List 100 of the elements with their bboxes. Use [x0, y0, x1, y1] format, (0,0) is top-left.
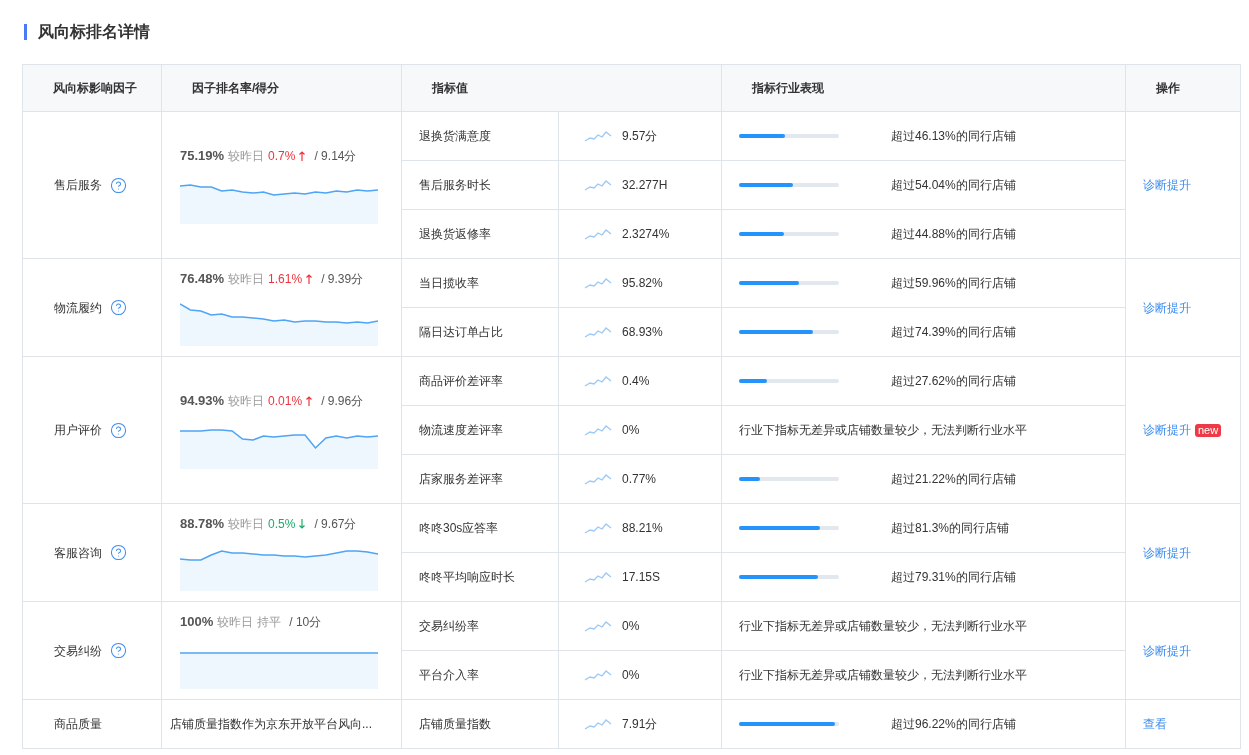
- compare-label: 较昨日: [217, 613, 254, 631]
- factor-name: 物流履约: [54, 299, 102, 317]
- performance-note: 行业下指标无差异或店铺数量较少，无法判断行业水平: [739, 668, 1027, 682]
- metric-name: 商品评价差评率: [419, 374, 503, 388]
- score-value: / 9.67分: [314, 515, 357, 533]
- performance-text: 超过54.04%的同行店铺: [891, 177, 1016, 194]
- metric-name: 平台介入率: [419, 668, 479, 682]
- factor-name: 商品质量: [54, 716, 102, 733]
- metric-name: 售后服务时长: [419, 178, 491, 192]
- help-icon[interactable]: [110, 544, 127, 561]
- help-icon[interactable]: [110, 421, 127, 439]
- metric-name: 店铺质量指数: [419, 717, 491, 731]
- trend-line-icon: [584, 130, 612, 142]
- metric-value: 0%: [622, 667, 640, 684]
- metric-name: 当日揽收率: [419, 276, 479, 290]
- new-badge: new: [1195, 423, 1222, 437]
- action-link[interactable]: 诊断提升: [1143, 543, 1191, 562]
- trend-line-icon: [584, 326, 612, 338]
- metric-value: 95.82%: [622, 275, 663, 292]
- compare-label: 较昨日: [228, 393, 265, 410]
- performance-text: 超过81.3%的同行店铺: [891, 520, 1010, 537]
- change-value: 1.61%: [268, 270, 303, 288]
- performance-text: 超过27.62%的同行店铺: [891, 373, 1016, 390]
- factor-name: 客服咨询: [54, 544, 102, 562]
- action-link[interactable]: 诊断提升: [1143, 298, 1191, 317]
- metric-value: 32.277H: [622, 177, 668, 194]
- metric-value: 68.93%: [622, 324, 663, 341]
- trend-line-icon: [584, 522, 612, 534]
- change-value: 0.01%: [268, 393, 303, 410]
- action-link[interactable]: 诊断提升: [1143, 176, 1191, 194]
- help-icon[interactable]: [110, 642, 127, 659]
- metric-value: 2.3274%: [622, 226, 670, 243]
- action-link[interactable]: 诊断提升: [1143, 641, 1191, 660]
- change-value: 持平: [257, 613, 282, 631]
- trend-line-icon: [584, 473, 612, 485]
- performance-note: 行业下指标无差异或店铺数量较少，无法判断行业水平: [739, 423, 1027, 437]
- metric-name: 交易纠纷率: [419, 619, 479, 633]
- performance-note: 行业下指标无差异或店铺数量较少，无法判断行业水平: [739, 619, 1027, 633]
- metric-value: 9.57分: [622, 128, 658, 145]
- performance-text: 超过21.22%的同行店铺: [891, 471, 1016, 488]
- factor-name: 用户评价: [54, 422, 102, 439]
- change-value: 0.5%: [268, 515, 296, 533]
- metric-value: 7.91分: [622, 716, 658, 733]
- compare-label: 较昨日: [228, 270, 265, 288]
- compare-label: 较昨日: [228, 148, 265, 165]
- metric-value: 0.77%: [622, 471, 657, 488]
- performance-text: 超过79.31%的同行店铺: [891, 569, 1016, 586]
- trend-line-icon: [584, 228, 612, 240]
- rank-percent: 100%: [180, 612, 214, 631]
- trend-line-icon: [584, 179, 612, 191]
- column-header: 风向标影响因子: [53, 81, 137, 95]
- column-header: 因子排名率/得分: [192, 81, 280, 95]
- metric-value: 88.21%: [622, 520, 663, 537]
- up-arrow-icon: [305, 272, 314, 285]
- metric-name: 咚咚平均响应时长: [419, 570, 515, 584]
- trend-line-icon: [584, 424, 612, 436]
- factor-name: 交易纠纷: [54, 642, 102, 660]
- rank-percent: 88.78%: [180, 514, 225, 533]
- metric-name: 退换货返修率: [419, 227, 491, 241]
- action-link[interactable]: 诊断提升: [1143, 421, 1191, 439]
- performance-text: 超过74.39%的同行店铺: [891, 324, 1016, 341]
- action-link[interactable]: 查看: [1143, 715, 1167, 733]
- trend-line-icon: [584, 571, 612, 583]
- factor-description: 店铺质量指数作为京东开放平台风向...: [170, 717, 372, 731]
- metric-name: 咚咚30s应答率: [419, 521, 499, 535]
- performance-text: 超过44.88%的同行店铺: [891, 226, 1016, 243]
- score-value: / 9.14分: [314, 148, 357, 165]
- score-value: / 9.96分: [321, 393, 364, 410]
- score-value: / 9.39分: [321, 270, 364, 288]
- trend-line-icon: [584, 277, 612, 289]
- metric-value: 17.15S: [622, 569, 661, 586]
- metric-name: 店家服务差评率: [419, 472, 503, 486]
- rank-percent: 76.48%: [180, 269, 225, 288]
- rank-percent: 94.93%: [180, 392, 225, 411]
- up-arrow-icon: [305, 395, 314, 407]
- metric-value: 0%: [622, 618, 640, 635]
- metric-value: 0%: [622, 422, 640, 439]
- section-title: 风向标排名详情: [38, 22, 150, 42]
- performance-text: 超过59.96%的同行店铺: [891, 275, 1016, 292]
- metric-name: 物流速度差评率: [419, 423, 503, 437]
- change-value: 0.7%: [268, 148, 296, 165]
- help-icon[interactable]: [110, 299, 127, 316]
- trend-line-icon: [584, 620, 612, 632]
- up-arrow-icon: [298, 150, 307, 162]
- column-header: 指标值: [432, 81, 468, 95]
- help-icon[interactable]: [110, 176, 127, 194]
- performance-text: 超过46.13%的同行店铺: [891, 128, 1016, 145]
- metric-name: 退换货满意度: [419, 129, 491, 143]
- trend-line-icon: [584, 669, 612, 681]
- metric-name: 隔日达订单占比: [419, 325, 503, 339]
- column-header: 操作: [1156, 81, 1180, 95]
- trend-line-icon: [584, 718, 612, 730]
- score-value: / 10分: [289, 613, 322, 631]
- column-header: 指标行业表现: [752, 81, 824, 95]
- performance-text: 超过96.22%的同行店铺: [891, 716, 1016, 733]
- compare-label: 较昨日: [228, 515, 265, 533]
- factor-name: 售后服务: [54, 177, 102, 194]
- down-arrow-icon: [298, 517, 307, 530]
- metric-value: 0.4%: [622, 373, 650, 390]
- trend-line-icon: [584, 375, 612, 387]
